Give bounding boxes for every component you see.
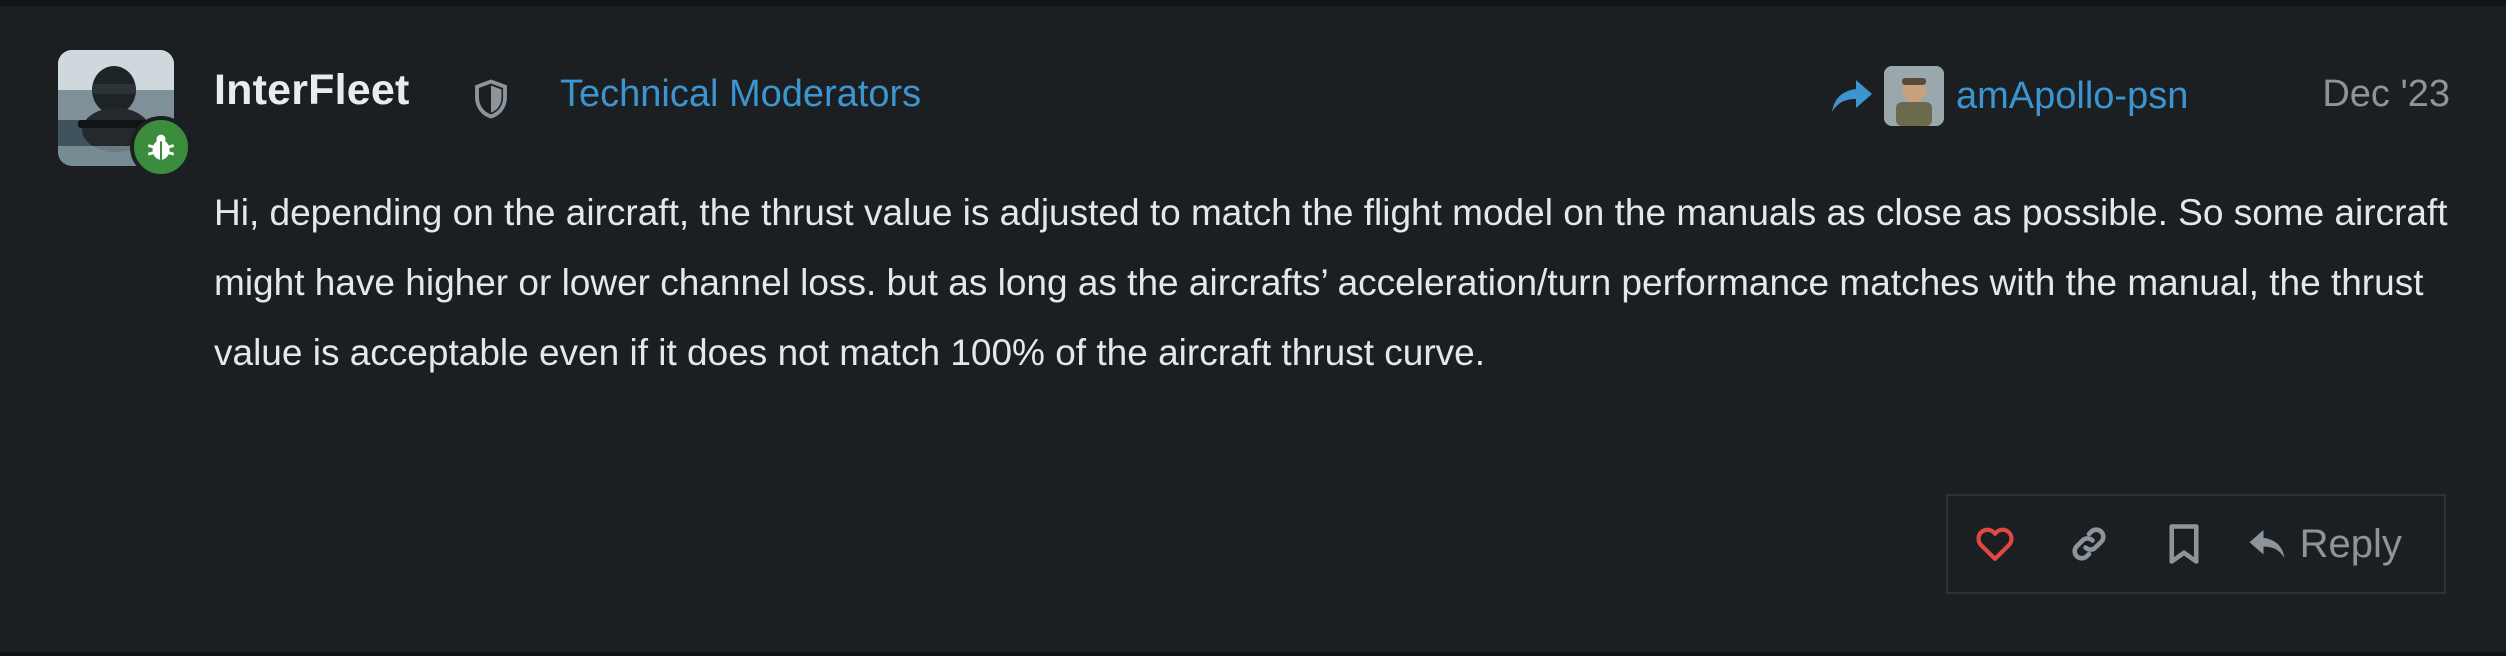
reply-icon xyxy=(2249,530,2285,558)
like-button[interactable] xyxy=(1948,496,2041,592)
post-username[interactable]: InterFleet xyxy=(214,66,410,115)
post-body: Hi, depending on the aircraft, the thrus… xyxy=(214,178,2454,388)
reply-to-link[interactable]: amApollo-psn xyxy=(1828,64,2188,128)
post-card: InterFleet Technical Moderators amApollo… xyxy=(0,0,2506,656)
link-icon xyxy=(2072,527,2106,561)
post-date[interactable]: Dec '23 xyxy=(2322,73,2450,116)
user-group-link[interactable]: Technical Moderators xyxy=(560,73,921,116)
copy-link-button[interactable] xyxy=(2041,496,2136,592)
heart-icon xyxy=(1976,527,2014,561)
post-actions: Reply xyxy=(1946,494,2446,594)
bookmark-button[interactable] xyxy=(2136,496,2231,592)
reply-button[interactable]: Reply xyxy=(2232,496,2444,592)
share-arrow-icon xyxy=(1832,80,1872,112)
bookmark-icon xyxy=(2169,524,2199,564)
bug-badge-icon xyxy=(130,116,192,178)
reply-to-avatar xyxy=(1884,66,1944,126)
reply-to-username: amApollo-psn xyxy=(1956,74,2189,117)
shield-icon xyxy=(470,78,512,120)
post-body-text: Hi, depending on the aircraft, the thrus… xyxy=(214,192,2448,373)
reply-button-label: Reply xyxy=(2299,521,2402,566)
